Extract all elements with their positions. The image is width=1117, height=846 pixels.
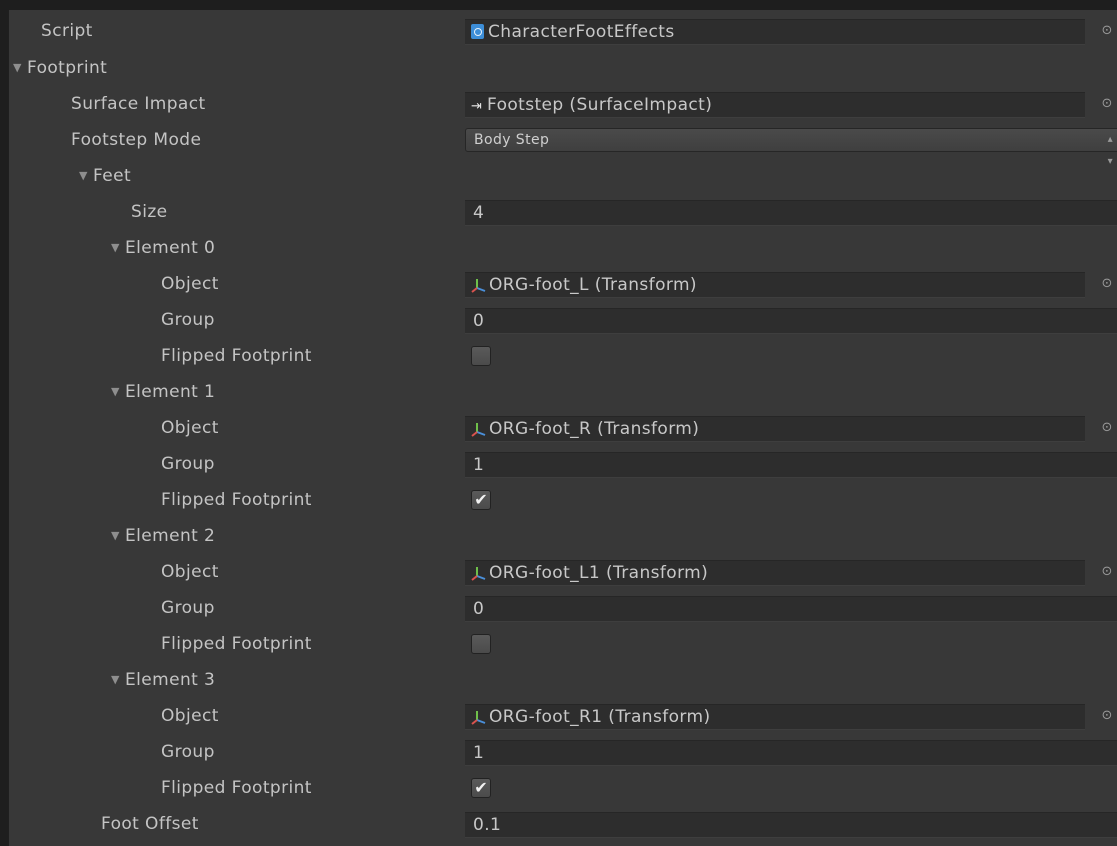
flipped-footprint-label: Flipped Footprint [161,490,312,510]
surface-impact-icon: ⇥ [471,99,483,114]
object-value: ORG-foot_L (Transform) [489,275,697,295]
object-picker-icon[interactable]: ⊙ [1097,418,1117,438]
group-field[interactable]: 0 [465,308,1117,334]
surface-impact-field[interactable]: ⇥ Footstep (SurfaceImpact) [465,92,1085,118]
foldout-arrow-icon: ▼ [13,61,22,74]
surface-impact-value: Footstep (SurfaceImpact) [487,95,713,115]
object-picker-icon[interactable]: ⊙ [1097,94,1117,114]
object-field[interactable]: ORG-foot_L1 (Transform) [465,560,1085,586]
object-picker-icon[interactable]: ⊙ [1097,562,1117,582]
foldout-arrow-icon: ▼ [111,529,120,542]
group-field[interactable]: 1 [465,740,1117,766]
footstep-mode-label: Footstep Mode [71,130,202,150]
footprint-foldout[interactable]: ▼ Footprint [9,50,1117,86]
foldout-arrow-icon: ▼ [111,241,120,254]
element-2-object-row: Object ORG-foot_L1 (Transform) ⊙ [9,554,1117,590]
transform-axes-icon [471,279,486,293]
inspector-panel: Script CharacterFootEffects ⊙ ▼ Footprint… [8,10,1117,846]
object-field[interactable]: ORG-foot_R (Transform) [465,416,1085,442]
element-3-object-row: Object ORG-foot_R1 (Transform) ⊙ [9,698,1117,734]
footstep-mode-row: Footstep Mode Body Step ▴ ▾ [9,122,1117,167]
object-field[interactable]: ORG-foot_R1 (Transform) [465,704,1085,730]
element-0-flipped-row: Flipped Footprint [9,338,1117,374]
element-1-foldout[interactable]: ▼ Element 1 [9,374,1117,410]
group-label: Group [161,310,215,330]
element-0-group-row: Group 0 [9,302,1117,338]
footstep-mode-dropdown[interactable]: Body Step ▴ ▾ [465,128,1117,167]
script-file-icon [471,24,484,39]
object-picker-icon[interactable]: ⊙ [1097,21,1117,41]
element-2-flipped-row: Flipped Footprint [9,626,1117,662]
script-row: Script CharacterFootEffects ⊙ [9,13,1117,49]
element-3-group-row: Group 1 [9,734,1117,770]
object-label: Object [161,274,219,294]
feet-label: Feet [93,166,132,186]
flipped-footprint-label: Flipped Footprint [161,634,312,654]
element-1-object-row: Object ORG-foot_R (Transform) ⊙ [9,410,1117,446]
group-field[interactable]: 0 [465,596,1117,622]
foot-offset-label: Foot Offset [101,814,199,834]
object-label: Object [161,418,219,438]
flipped-footprint-checkbox[interactable] [471,634,491,654]
feet-size-row: Size 4 [9,194,1117,230]
flipped-footprint-checkbox[interactable]: ✔ [471,778,491,798]
element-0-foldout[interactable]: ▼ Element 0 [9,230,1117,266]
element-label: Element 0 [125,238,216,258]
footstep-mode-value: Body Step [474,132,550,148]
object-label: Object [161,562,219,582]
element-2-group-row: Group 0 [9,590,1117,626]
element-1-group-row: Group 1 [9,446,1117,482]
foot-offset-field[interactable]: 0.1 [465,812,1117,838]
object-value: ORG-foot_R (Transform) [489,419,700,439]
script-label: Script [41,21,93,41]
surface-impact-row: Surface Impact ⇥ Footstep (SurfaceImpact)… [9,86,1117,122]
element-0-object-row: Object ORG-foot_L (Transform) ⊙ [9,266,1117,302]
feet-size-label: Size [131,202,168,222]
foldout-arrow-icon: ▼ [79,169,88,182]
element-label: Element 1 [125,382,216,402]
flipped-footprint-label: Flipped Footprint [161,778,312,798]
feet-size-field[interactable]: 4 [465,200,1117,226]
element-2-foldout[interactable]: ▼ Element 2 [9,518,1117,554]
surface-impact-label: Surface Impact [71,94,206,114]
foot-offset-row: Foot Offset 0.1 [9,806,1117,842]
element-1-flipped-row: Flipped Footprint ✔ [9,482,1117,518]
script-value: CharacterFootEffects [488,22,675,42]
group-label: Group [161,454,215,474]
object-picker-icon[interactable]: ⊙ [1097,274,1117,294]
window-top-strip [0,0,1117,10]
flipped-footprint-checkbox[interactable] [471,346,491,366]
group-field[interactable]: 1 [465,452,1117,478]
object-picker-icon[interactable]: ⊙ [1097,706,1117,726]
group-label: Group [161,742,215,762]
transform-axes-icon [471,423,486,437]
element-label: Element 2 [125,526,216,546]
feet-foldout[interactable]: ▼ Feet [9,158,1117,194]
object-field[interactable]: ORG-foot_L (Transform) [465,272,1085,298]
transform-axes-icon [471,711,486,725]
object-value: ORG-foot_R1 (Transform) [489,707,711,727]
footprint-label: Footprint [27,58,108,78]
foldout-arrow-icon: ▼ [111,385,120,398]
object-label: Object [161,706,219,726]
element-label: Element 3 [125,670,216,690]
flipped-footprint-checkbox[interactable]: ✔ [471,490,491,510]
script-field[interactable]: CharacterFootEffects [465,19,1085,45]
flipped-footprint-label: Flipped Footprint [161,346,312,366]
element-3-foldout[interactable]: ▼ Element 3 [9,662,1117,698]
window-left-strip [0,0,8,846]
group-label: Group [161,598,215,618]
element-3-flipped-row: Flipped Footprint ✔ [9,770,1117,806]
foldout-arrow-icon: ▼ [111,673,120,686]
transform-axes-icon [471,567,486,581]
object-value: ORG-foot_L1 (Transform) [489,563,709,583]
